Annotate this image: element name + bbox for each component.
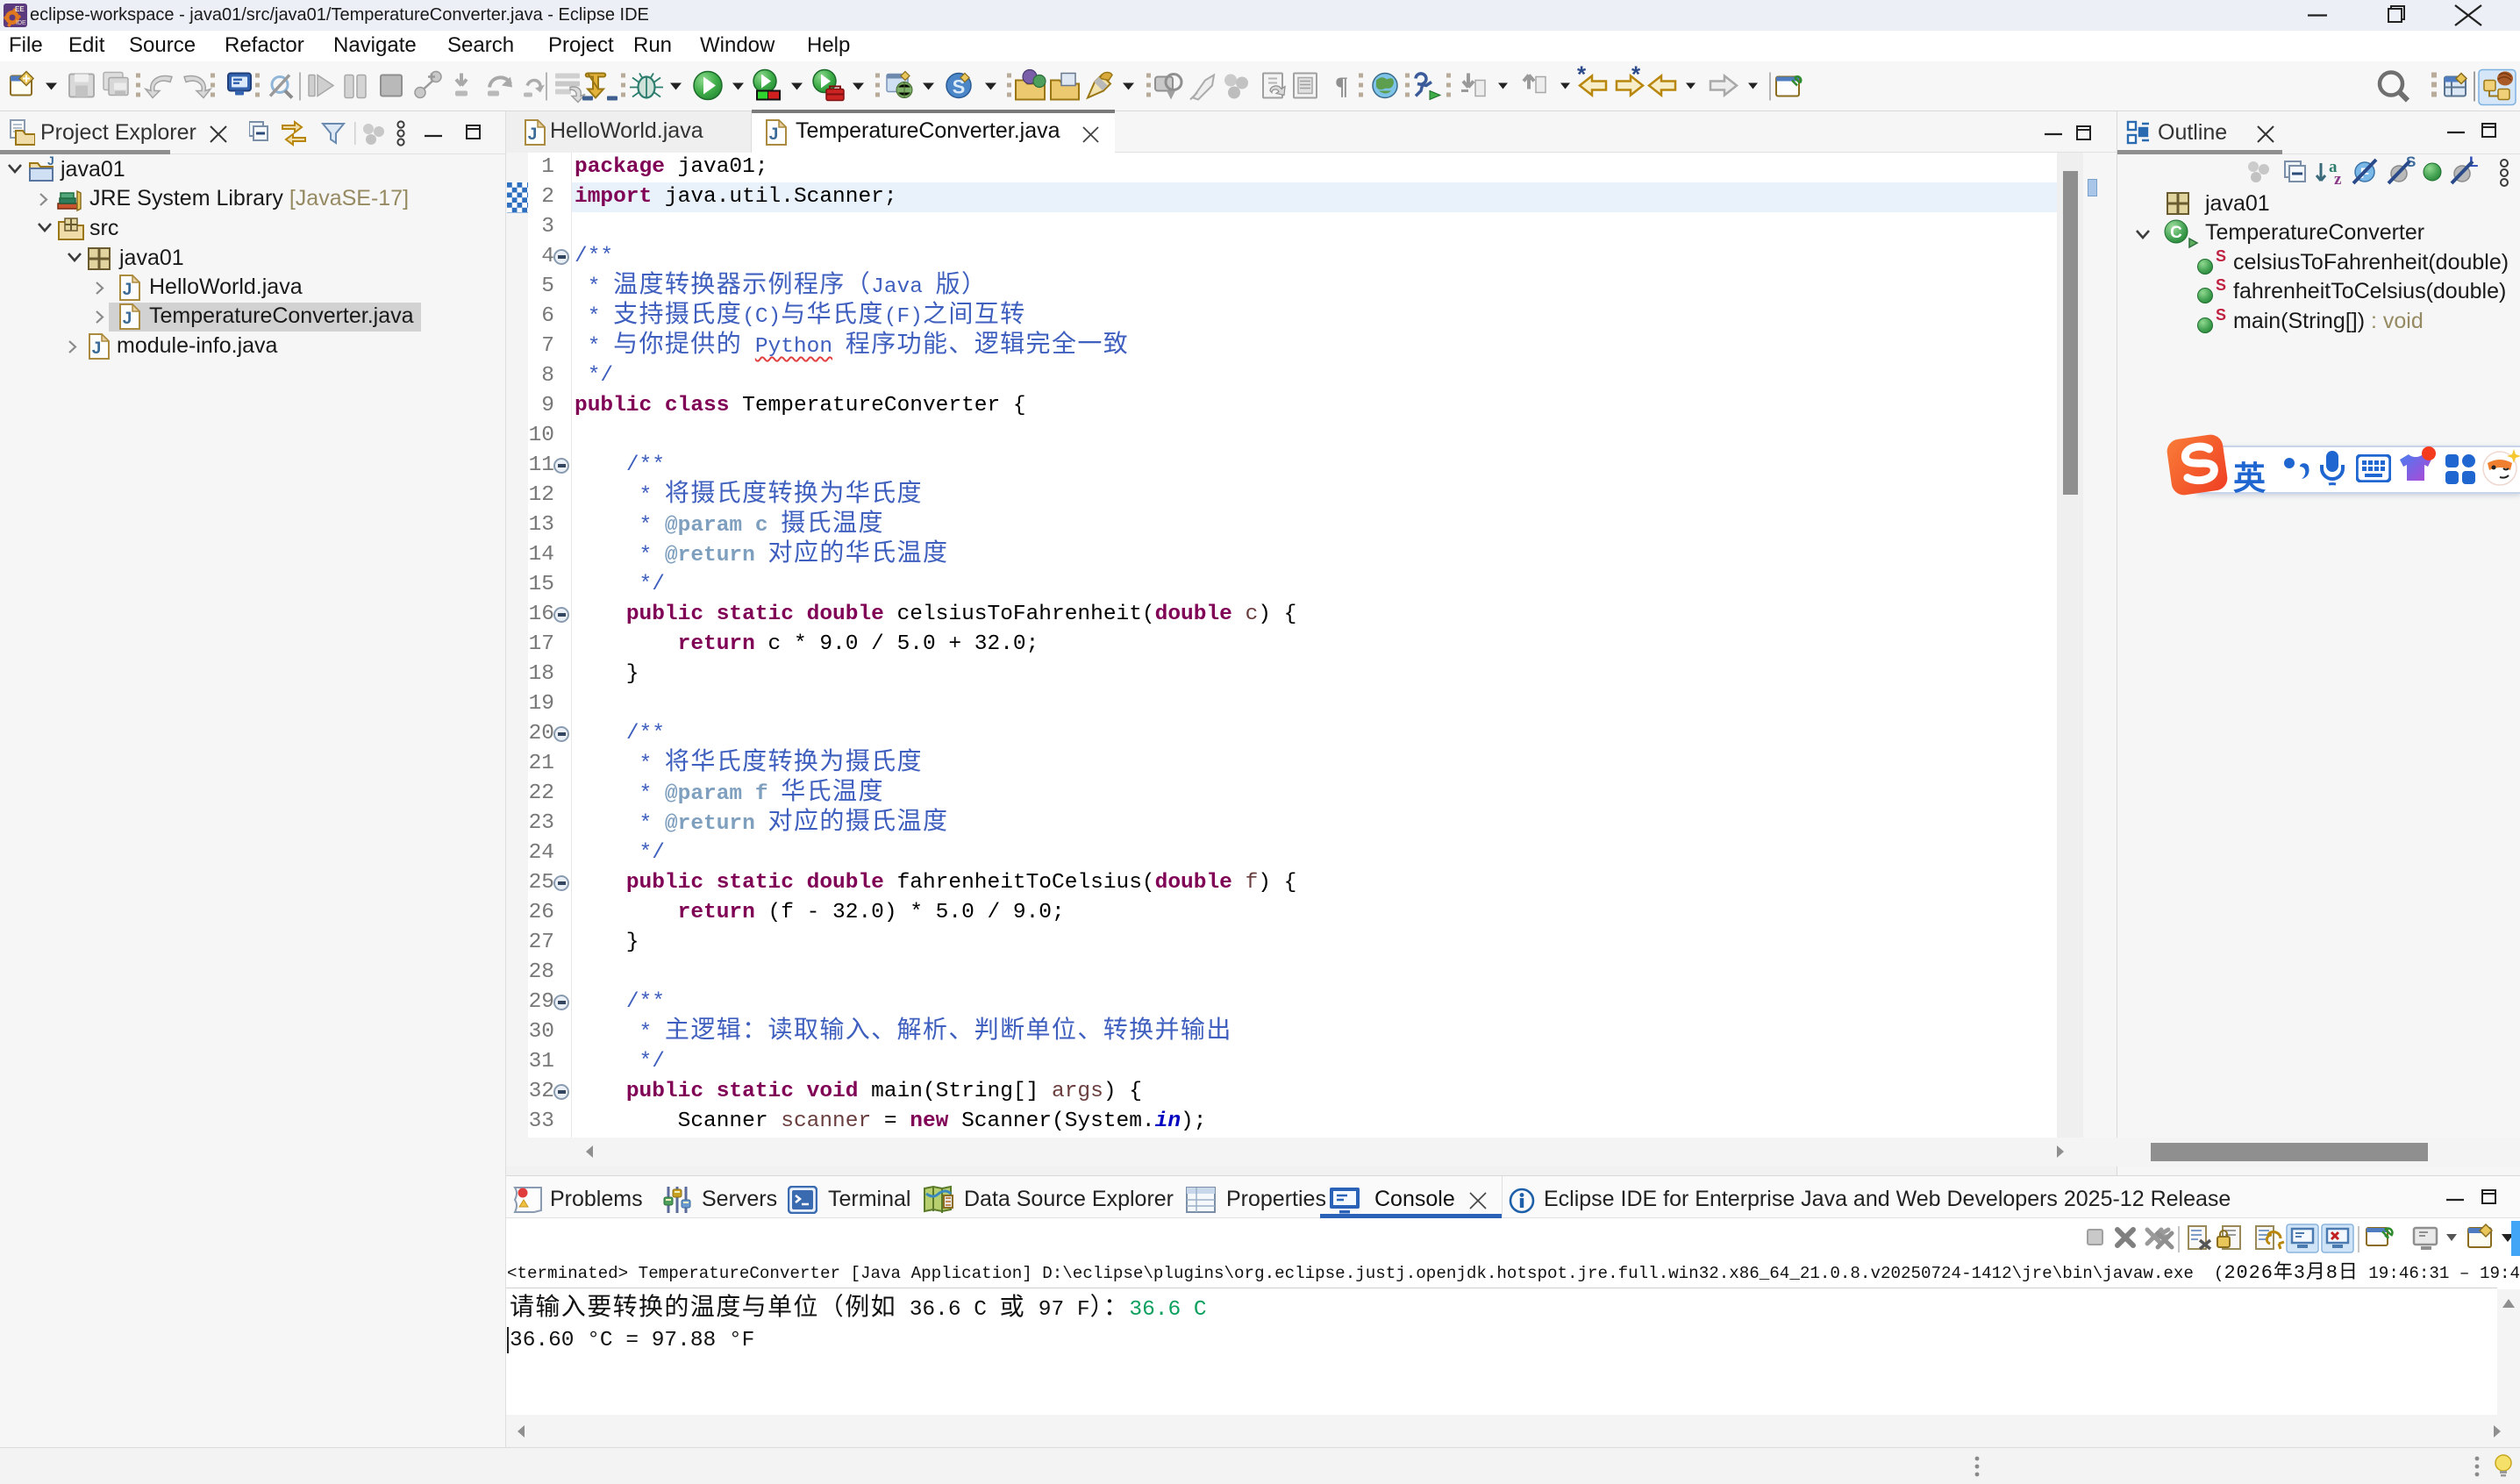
svg-text:C: C [2170,224,2182,242]
svg-text:¶: ¶ [1335,74,1348,101]
svg-text:*: * [1577,61,1587,88]
svg-text:S: S [2216,278,2226,294]
svg-text:S: S [2216,308,2226,324]
svg-text:J: J [528,125,538,144]
svg-text:J: J [769,125,779,144]
svg-text:IDE: IDE [16,20,26,26]
svg-text:z: z [2334,170,2342,188]
svg-text:S: S [2216,249,2226,265]
svg-text:EE: EE [15,5,25,13]
svg-text:*: * [1631,61,1641,88]
